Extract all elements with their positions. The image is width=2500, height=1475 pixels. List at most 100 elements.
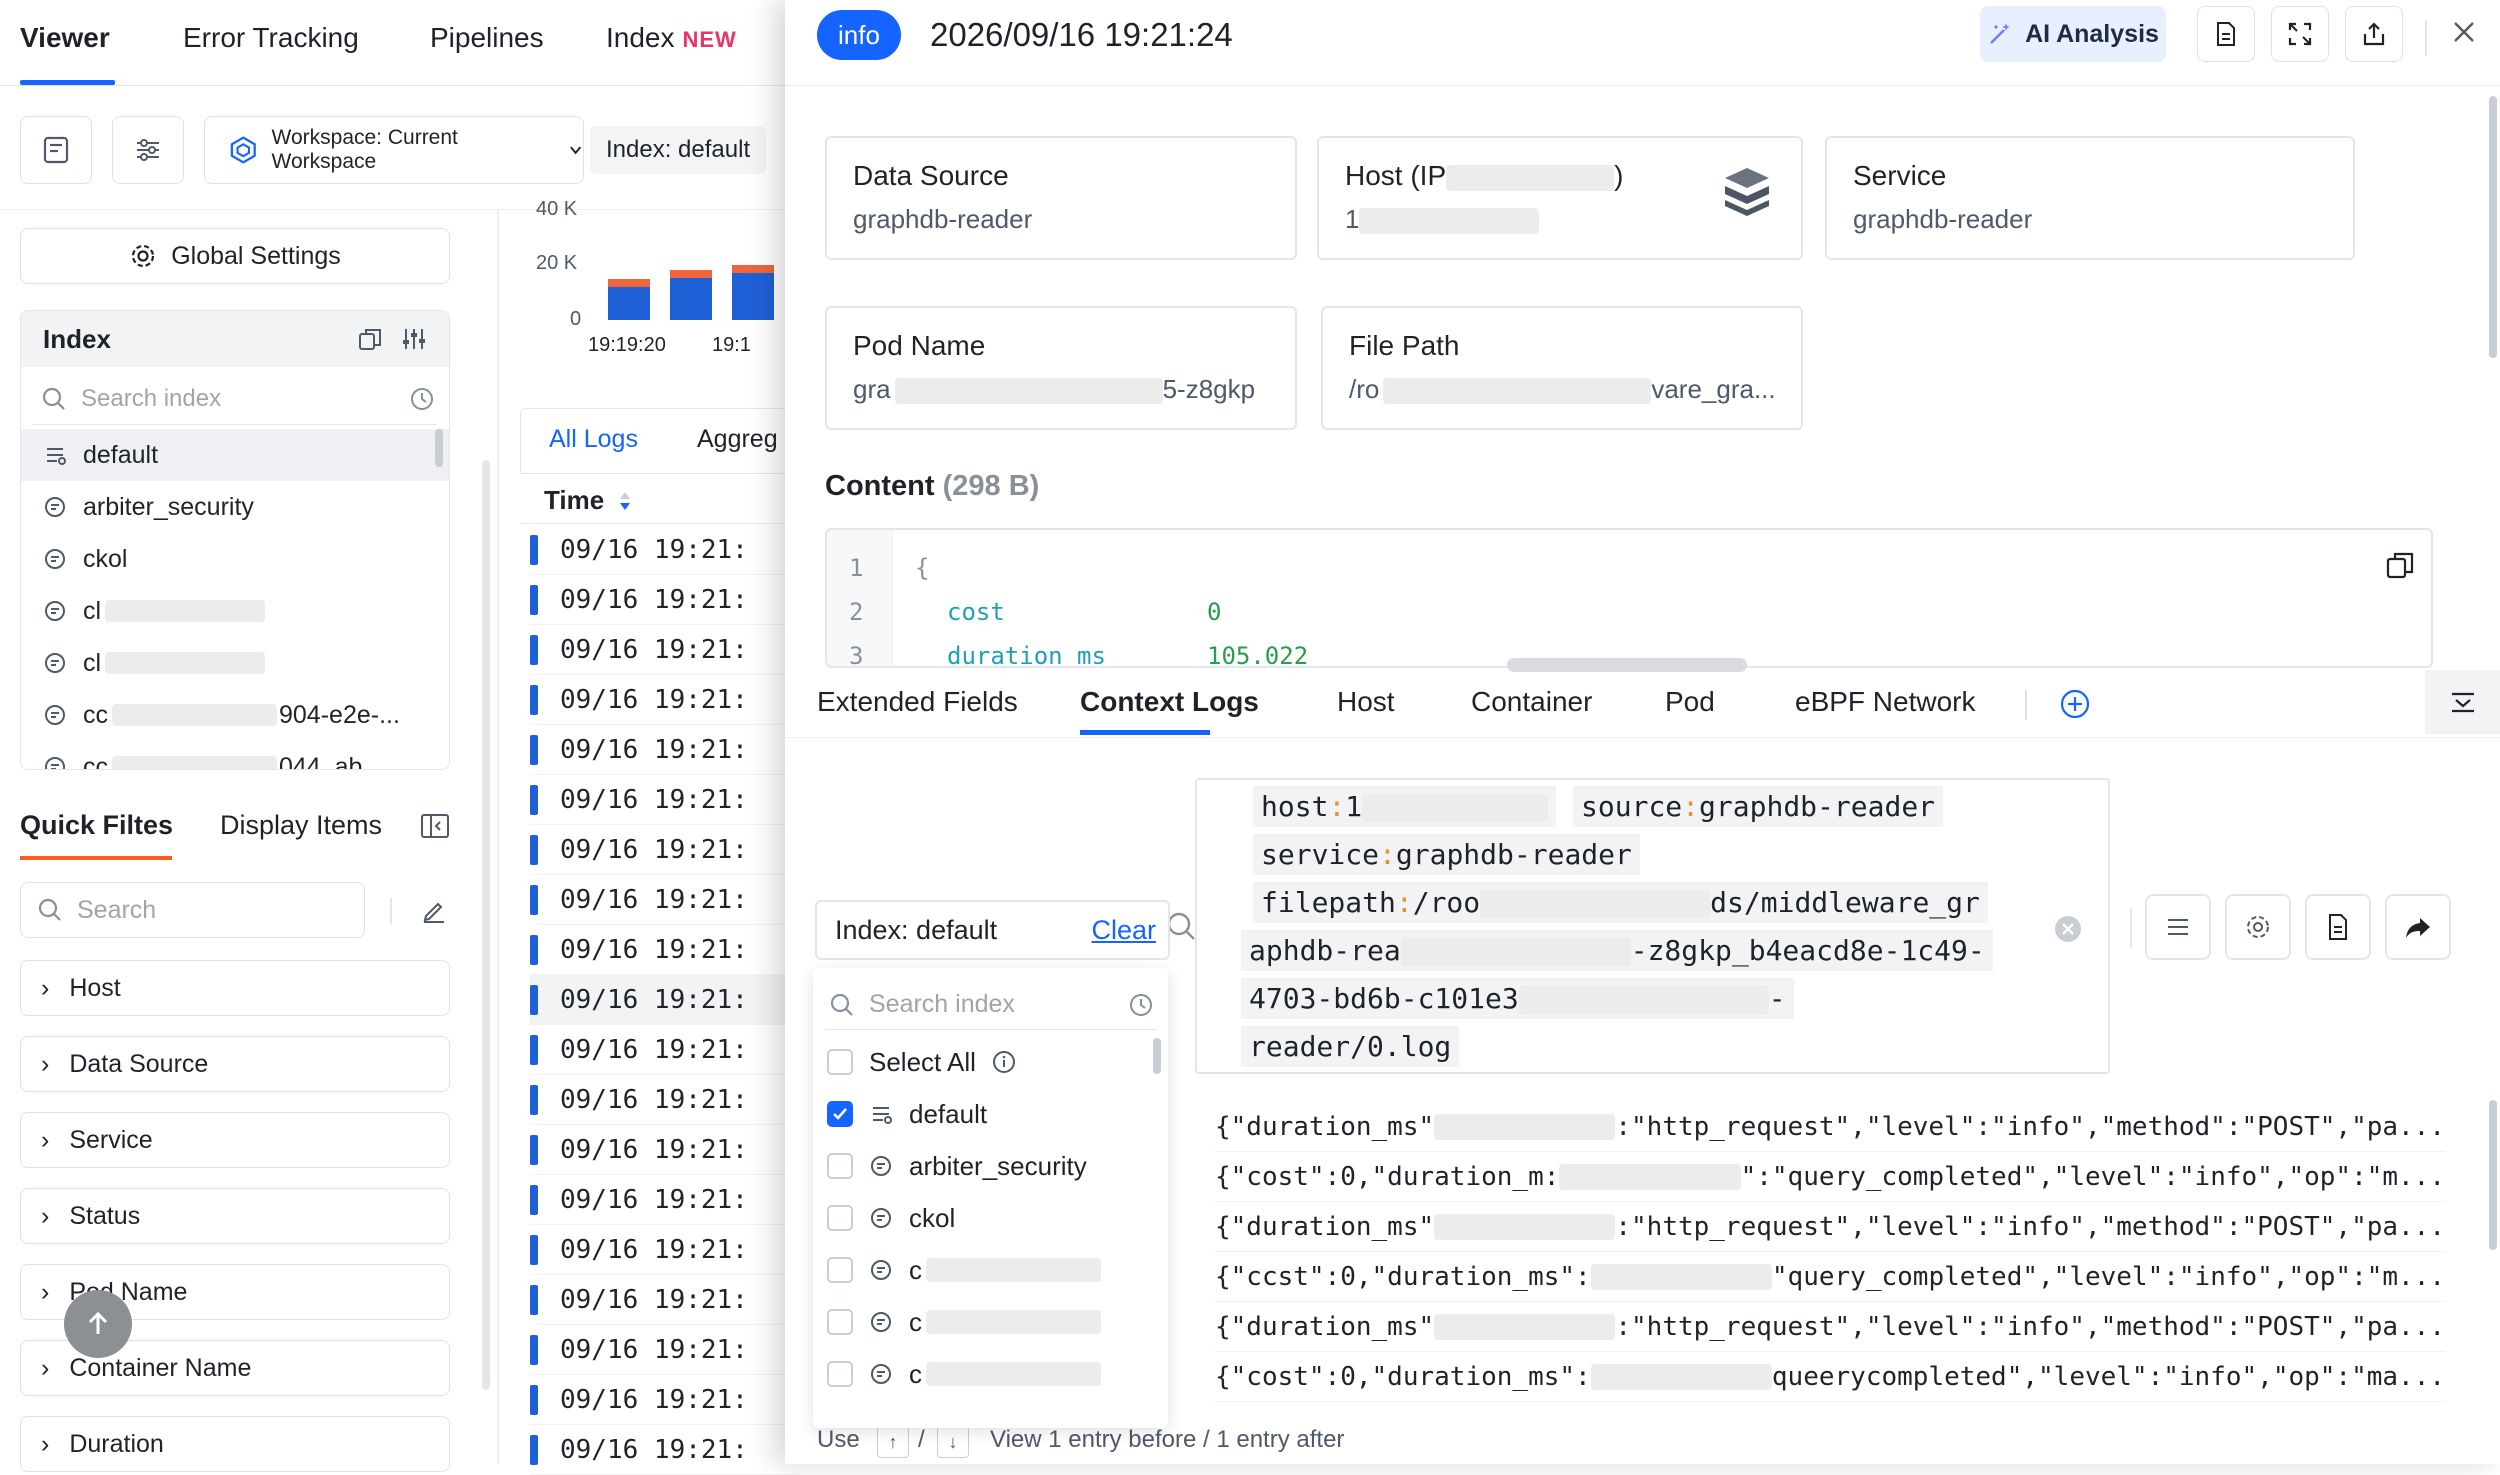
dropdown-option[interactable]: ckol bbox=[813, 1192, 1168, 1244]
log-row[interactable]: 09/16 19:21: bbox=[530, 875, 800, 925]
log-view-button[interactable] bbox=[20, 116, 92, 184]
filter-data-source[interactable]: › Data Source bbox=[20, 1036, 450, 1092]
resize-handle[interactable] bbox=[1507, 658, 1747, 672]
log-row[interactable]: 09/16 19:21: bbox=[530, 675, 800, 725]
filter-settings-icon[interactable] bbox=[401, 326, 427, 352]
tab-container[interactable]: Container bbox=[1471, 686, 1592, 718]
copy-icon[interactable] bbox=[2385, 550, 2415, 580]
checkbox[interactable] bbox=[827, 1153, 853, 1179]
sidebar-scrollbar[interactable] bbox=[482, 460, 490, 1390]
index-item[interactable]: ckol bbox=[21, 533, 449, 585]
card-value[interactable]: graphdb-reader bbox=[853, 204, 1269, 235]
index-item[interactable]: cc 044_ab bbox=[21, 741, 449, 769]
tab-pipelines[interactable]: Pipelines bbox=[430, 22, 544, 54]
log-row[interactable]: 09/16 19:21: bbox=[530, 1425, 800, 1475]
card-value[interactable]: /ro vare_gra... bbox=[1349, 374, 1776, 405]
log-row[interactable]: 09/16 19:21: bbox=[530, 1225, 800, 1275]
checkbox[interactable] bbox=[827, 1049, 853, 1075]
tab-index[interactable]: Index NEW bbox=[606, 22, 737, 54]
dropdown-option[interactable]: c bbox=[813, 1348, 1168, 1400]
context-log-row[interactable]: {"duration_ms":"http_request","level":"i… bbox=[1215, 1302, 2445, 1352]
log-row[interactable]: 09/16 19:21: bbox=[530, 725, 800, 775]
drawer-scrollbar[interactable] bbox=[2489, 96, 2497, 358]
tab-ebpf-network[interactable]: eBPF Network bbox=[1795, 686, 1976, 718]
tab-quick-filters[interactable]: Quick Filtes bbox=[20, 810, 173, 841]
context-log-row[interactable]: {"ccst":0,"duration_ms": "query_completed… bbox=[1215, 1252, 2445, 1302]
collapse-filter-button[interactable] bbox=[2425, 670, 2500, 734]
jump-to-log-button[interactable] bbox=[2385, 894, 2451, 960]
tab-pod[interactable]: Pod bbox=[1665, 686, 1715, 718]
filter-service[interactable]: › Service bbox=[20, 1112, 450, 1168]
view-document-button[interactable] bbox=[2197, 6, 2255, 62]
histogram-bar[interactable] bbox=[732, 265, 774, 320]
card-value[interactable]: 1 bbox=[1345, 204, 1775, 235]
dropdown-scrollbar[interactable] bbox=[1153, 1038, 1161, 1074]
log-row[interactable]: 09/16 19:21: bbox=[530, 775, 800, 825]
tab-aggregate[interactable]: Aggreg bbox=[697, 425, 778, 454]
index-selector[interactable]: Index: default bbox=[590, 126, 767, 174]
dropdown-option[interactable]: c bbox=[813, 1296, 1168, 1348]
export-document-button[interactable] bbox=[2305, 894, 2371, 960]
index-item[interactable]: arbiter_security bbox=[21, 481, 449, 533]
tab-all-logs[interactable]: All Logs bbox=[549, 425, 638, 454]
log-row[interactable]: 09/16 19:21: bbox=[530, 1175, 800, 1225]
checkbox-checked[interactable] bbox=[827, 1101, 853, 1127]
tab-display-items[interactable]: Display Items bbox=[220, 810, 382, 841]
log-row[interactable]: 09/16 19:21: bbox=[530, 825, 800, 875]
checkbox[interactable] bbox=[827, 1257, 853, 1283]
history-clock-icon[interactable] bbox=[1128, 992, 1154, 1018]
history-clock-icon[interactable] bbox=[409, 386, 435, 412]
log-row[interactable]: 09/16 19:21: bbox=[530, 1075, 800, 1125]
index-search-input[interactable]: Search index bbox=[33, 373, 437, 425]
context-settings-button[interactable] bbox=[2225, 894, 2291, 960]
context-log-row[interactable]: {"cost":0,"duration_ms": queerycompleted"… bbox=[1215, 1352, 2445, 1402]
log-row[interactable]: 09/16 19:21: bbox=[530, 1125, 800, 1175]
checkbox[interactable] bbox=[827, 1361, 853, 1387]
context-log-row[interactable]: {"cost":0,"duration_m: ":"query_completed… bbox=[1215, 1152, 2445, 1202]
clear-input-icon[interactable] bbox=[2053, 914, 2083, 944]
histogram-bar[interactable] bbox=[608, 279, 650, 320]
log-row[interactable]: 09/16 19:21: bbox=[530, 925, 800, 975]
share-button[interactable] bbox=[2345, 6, 2403, 62]
tab-viewer[interactable]: Viewer bbox=[20, 22, 110, 54]
fullscreen-button[interactable] bbox=[2271, 6, 2329, 62]
context-index-selector[interactable]: Index: default Clear bbox=[815, 900, 1170, 960]
filter-status[interactable]: › Status bbox=[20, 1188, 450, 1244]
log-row[interactable]: 09/16 19:21: bbox=[530, 975, 800, 1025]
log-row[interactable]: 09/16 19:21: bbox=[530, 625, 800, 675]
dropdown-option[interactable]: default bbox=[813, 1088, 1168, 1140]
log-row[interactable]: 09/16 19:21: bbox=[530, 575, 800, 625]
log-row[interactable]: 09/16 19:21: bbox=[530, 1375, 800, 1425]
checkbox[interactable] bbox=[827, 1205, 853, 1231]
index-item[interactable]: cl bbox=[21, 585, 449, 637]
index-item[interactable]: default bbox=[21, 429, 449, 481]
context-log-row[interactable]: {"duration_ms":"http_request","level":"i… bbox=[1215, 1102, 2445, 1152]
context-logs-scrollbar[interactable] bbox=[2489, 1100, 2497, 1250]
ai-analysis-button[interactable]: AI Analysis bbox=[1980, 6, 2166, 62]
time-column-header[interactable]: Time bbox=[520, 478, 800, 524]
workspace-selector[interactable]: Workspace: Current Workspace bbox=[204, 116, 584, 184]
index-item[interactable]: cl bbox=[21, 637, 449, 689]
copy-icon[interactable] bbox=[357, 326, 383, 352]
close-icon[interactable] bbox=[2450, 18, 2478, 46]
content-code-viewer[interactable]: 1 2 3 { cost 0 duration_ms 105.022 bbox=[825, 528, 2433, 668]
card-value[interactable]: gra 5-z8gkp bbox=[853, 374, 1269, 405]
tab-host[interactable]: Host bbox=[1337, 686, 1395, 718]
log-row[interactable]: 09/16 19:21: bbox=[530, 1325, 800, 1375]
clear-link[interactable]: Clear bbox=[1091, 915, 1156, 946]
add-tab-icon[interactable] bbox=[2059, 688, 2091, 720]
card-value[interactable]: graphdb-reader bbox=[1853, 204, 2327, 235]
tab-extended-fields[interactable]: Extended Fields bbox=[817, 686, 1018, 718]
settings-sliders-button[interactable] bbox=[112, 116, 184, 184]
collapse-panel-icon[interactable] bbox=[420, 812, 450, 840]
histogram-bar[interactable] bbox=[670, 270, 712, 320]
tab-error-tracking[interactable]: Error Tracking bbox=[183, 22, 359, 54]
select-all-option[interactable]: Select All bbox=[813, 1036, 1168, 1088]
dropdown-option[interactable]: arbiter_security bbox=[813, 1140, 1168, 1192]
global-settings-button[interactable]: Global Settings bbox=[20, 228, 450, 284]
log-row[interactable]: 09/16 19:21: bbox=[530, 1025, 800, 1075]
filter-host[interactable]: › Host bbox=[20, 960, 450, 1016]
context-log-row[interactable]: {"duration_ms":"http_request","level":"i… bbox=[1215, 1202, 2445, 1252]
list-view-button[interactable] bbox=[2145, 894, 2211, 960]
filter-search-input[interactable]: Search bbox=[20, 882, 365, 938]
